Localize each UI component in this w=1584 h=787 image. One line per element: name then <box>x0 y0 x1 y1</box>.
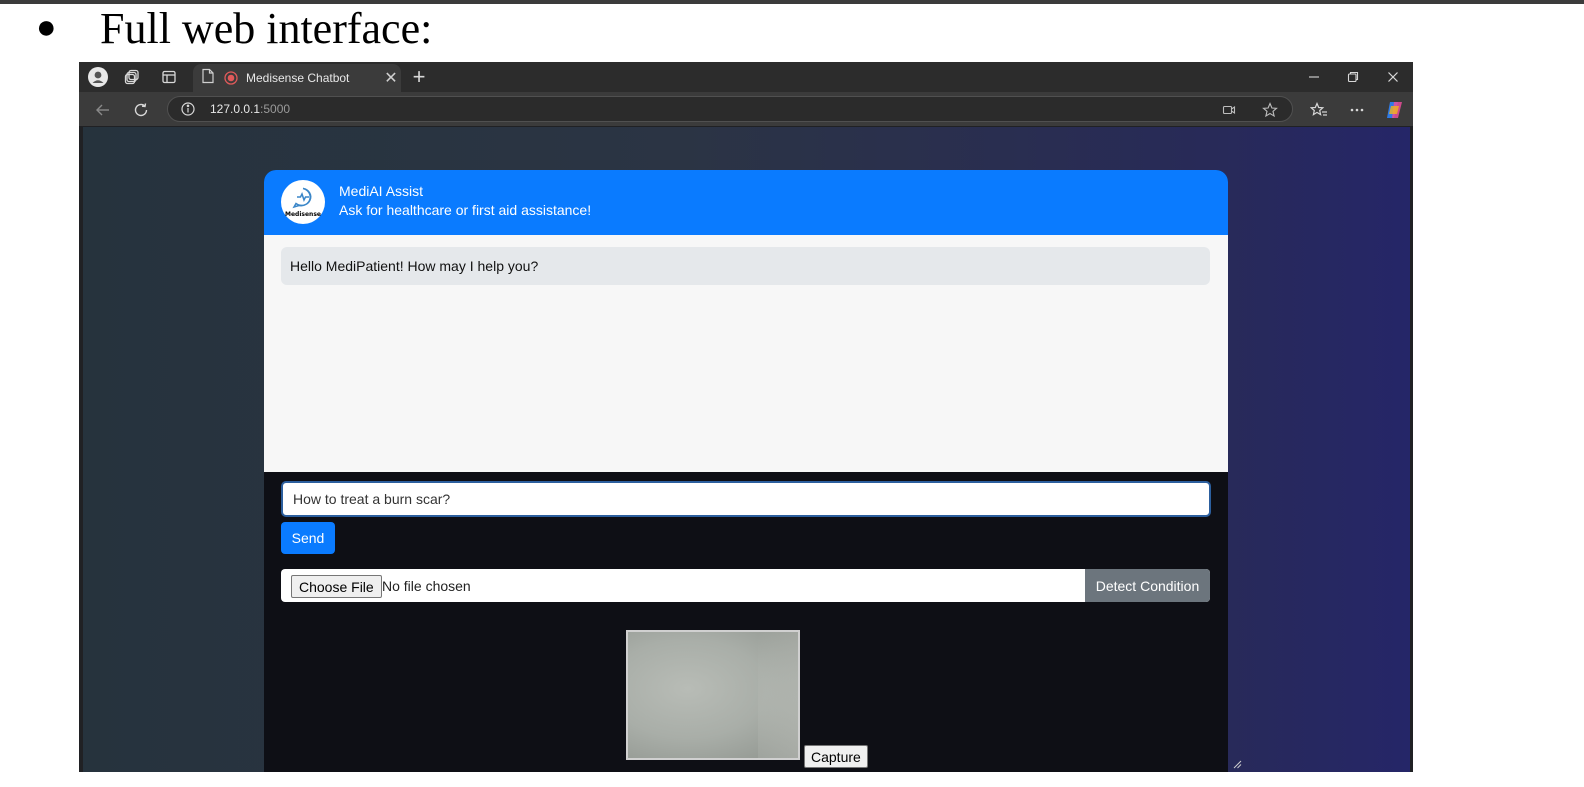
page-viewport: Medisense MediAI Assist Ask for healthca… <box>83 127 1410 772</box>
document-heading: ● Full web interface: <box>36 0 432 56</box>
profile-icon[interactable] <box>88 67 108 87</box>
app-subtitle: Ask for healthcare or first aid assistan… <box>339 202 592 218</box>
bot-message: Hello MediPatient! How may I help you? <box>281 247 1210 285</box>
chat-card: Medisense MediAI Assist Ask for healthca… <box>264 170 1228 772</box>
url-text: 127.0.0.1:5000 <box>210 102 290 116</box>
resize-grip-icon[interactable] <box>1232 759 1242 769</box>
minimize-icon[interactable] <box>1294 66 1334 88</box>
camera-preview <box>626 630 800 760</box>
send-button[interactable]: Send <box>281 522 335 554</box>
page-icon <box>201 68 215 89</box>
tab-strip: Medisense Chatbot ✕ + <box>79 62 1413 92</box>
medisense-logo: Medisense <box>281 180 325 224</box>
bullet-glyph: ● <box>36 9 57 46</box>
tab-medisense-chatbot[interactable]: Medisense Chatbot ✕ <box>193 64 401 92</box>
site-info-icon[interactable] <box>181 102 195 116</box>
tab-close-button[interactable]: ✕ <box>381 68 401 88</box>
address-bar[interactable]: 127.0.0.1:5000 <box>167 96 1293 122</box>
cast-icon[interactable] <box>1222 103 1236 117</box>
copilot-icon[interactable] <box>1384 99 1406 121</box>
app-title: MediAI Assist <box>339 183 424 199</box>
url-host: 127.0.0.1 <box>210 102 261 116</box>
message-list: Hello MediPatient! How may I help you? <box>264 235 1228 472</box>
favorite-star-icon[interactable] <box>1262 102 1278 118</box>
heading-text: Full web interface: <box>100 3 433 53</box>
message-input[interactable] <box>281 481 1211 517</box>
browser-toolbar: 127.0.0.1:5000 <box>79 92 1413 126</box>
tab-title: Medisense Chatbot <box>246 71 350 85</box>
more-icon[interactable] <box>1346 99 1368 121</box>
capture-button[interactable]: Capture <box>804 745 868 768</box>
heartbeat-chat-icon <box>292 187 312 209</box>
restore-icon[interactable] <box>1333 66 1373 88</box>
refresh-icon[interactable] <box>130 99 152 121</box>
file-upload-group: Choose File No file chosen Detect Condit… <box>281 569 1210 602</box>
tab-actions-icon[interactable] <box>159 67 179 87</box>
new-tab-button[interactable]: + <box>407 66 431 88</box>
back-icon[interactable] <box>92 99 114 121</box>
favorites-icon[interactable] <box>1308 99 1330 121</box>
chat-header: Medisense MediAI Assist Ask for healthca… <box>264 170 1228 235</box>
url-port: :5000 <box>260 102 291 116</box>
workspaces-icon[interactable] <box>122 67 142 87</box>
detect-condition-button[interactable]: Detect Condition <box>1085 569 1210 602</box>
choose-file-button[interactable]: Choose File <box>291 575 382 598</box>
file-status-text: No file chosen <box>382 578 471 594</box>
close-icon[interactable] <box>1373 66 1413 88</box>
browser-window: Medisense Chatbot ✕ + 127.0.0.1:5000 Med… <box>79 62 1413 772</box>
logo-text: Medisense <box>285 211 321 218</box>
recording-icon <box>224 71 238 85</box>
